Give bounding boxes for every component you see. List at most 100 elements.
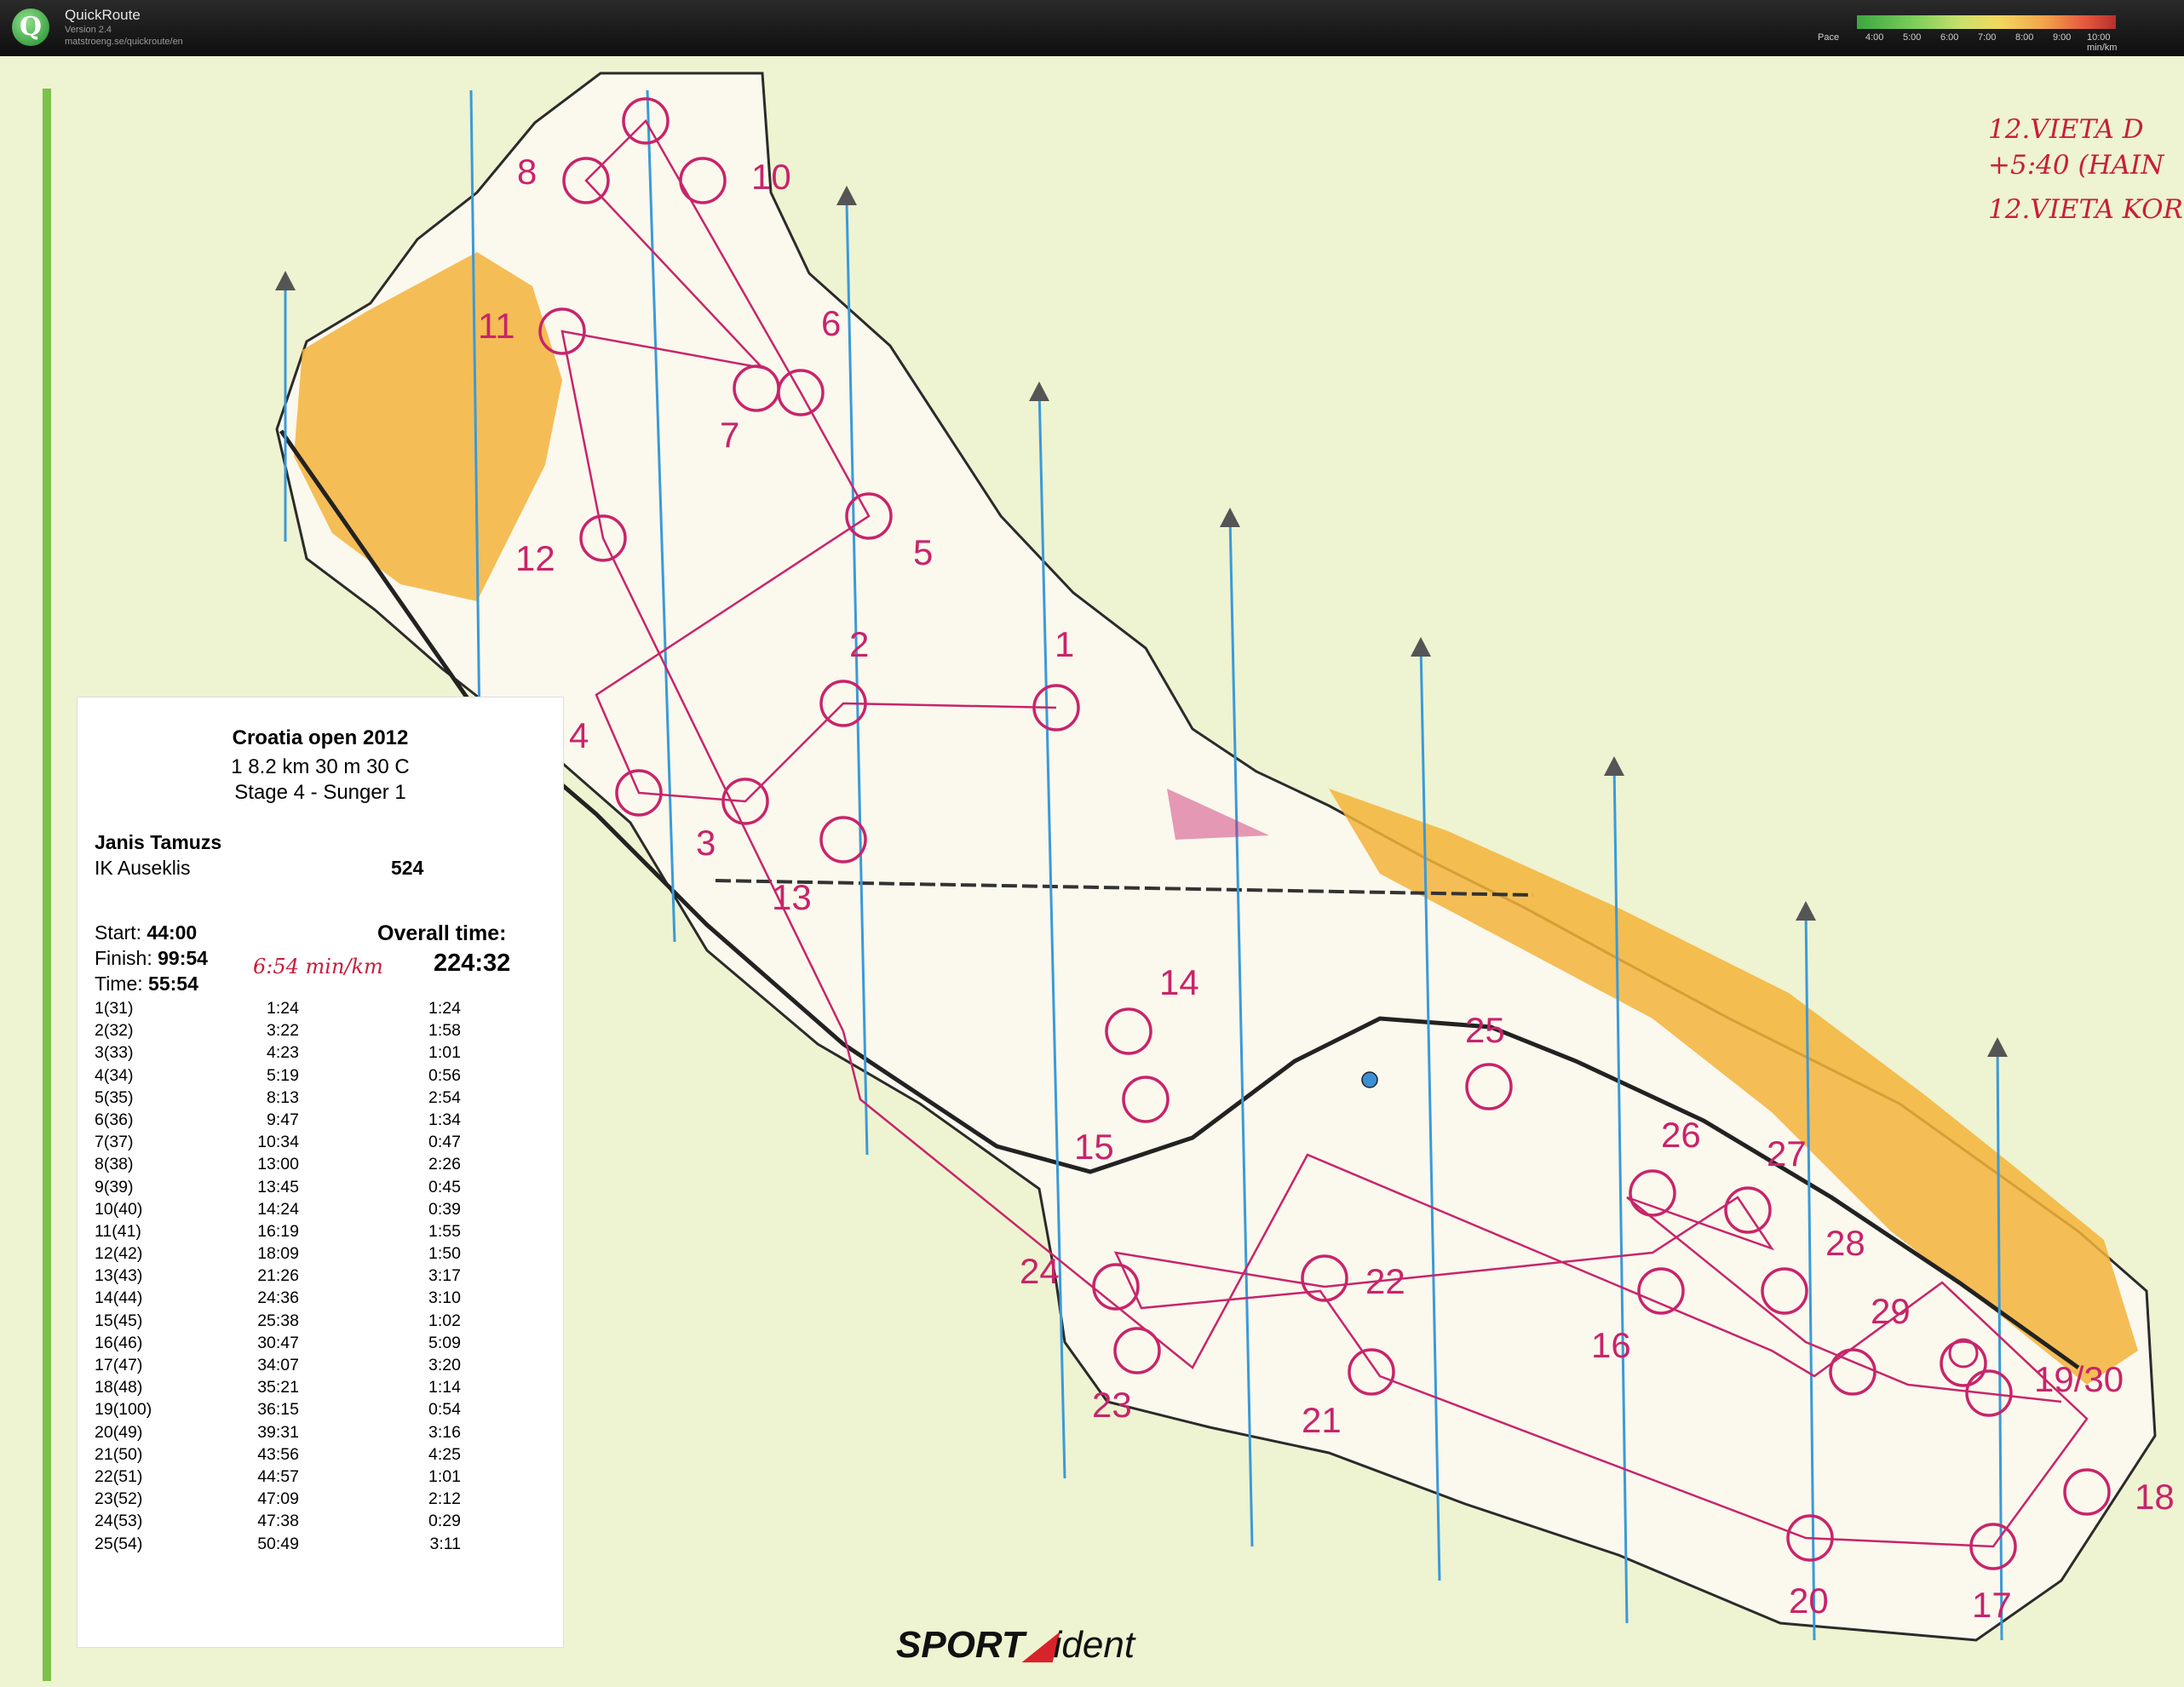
control-number: 15 bbox=[1074, 1127, 1114, 1167]
handwritten-note: +5:40 (HAIN bbox=[1988, 150, 2164, 181]
split-leg: 1:50 bbox=[428, 1244, 461, 1264]
split-row: 16(46) 30:47 5:09 bbox=[95, 1334, 555, 1356]
split-cumulative: 16:19 bbox=[257, 1221, 299, 1241]
split-row: 3(33) 4:23 1:01 bbox=[95, 1043, 555, 1065]
north-arrow bbox=[836, 186, 857, 205]
split-control: 7(37) bbox=[95, 1133, 134, 1152]
control-number: 27 bbox=[1767, 1133, 1807, 1173]
control-number: 18 bbox=[2135, 1477, 2175, 1517]
split-cumulative: 1:24 bbox=[267, 999, 299, 1018]
sportident-logo: SPORT◢ident bbox=[896, 1624, 1135, 1666]
split-row: 22(51) 44:57 1:01 bbox=[95, 1467, 555, 1489]
split-cumulative: 44:57 bbox=[257, 1466, 299, 1486]
control-number: 5 bbox=[913, 532, 934, 572]
app-version: Version 2.4 bbox=[65, 25, 112, 35]
split-control: 1(31) bbox=[95, 999, 134, 1018]
north-arrow bbox=[1987, 1037, 2008, 1057]
split-leg: 5:09 bbox=[428, 1333, 461, 1352]
app-title: QuickRoute bbox=[65, 7, 141, 23]
control-number: 13 bbox=[772, 877, 812, 917]
control-number: 4 bbox=[569, 715, 589, 755]
split-row: 15(45) 25:38 1:02 bbox=[95, 1311, 555, 1334]
control-number: 29 bbox=[1871, 1291, 1911, 1331]
control-number: 10 bbox=[751, 157, 791, 197]
time-row: Time: 55:54 bbox=[95, 973, 198, 995]
split-row: 8(38) 13:00 2:26 bbox=[95, 1155, 555, 1177]
split-control: 11(41) bbox=[95, 1221, 141, 1241]
split-leg: 3:10 bbox=[428, 1288, 461, 1308]
split-leg: 1:55 bbox=[428, 1221, 461, 1241]
pace-tick: 10:00 min/km bbox=[2087, 32, 2118, 53]
split-cumulative: 5:19 bbox=[267, 1065, 299, 1085]
split-cumulative: 47:09 bbox=[257, 1489, 299, 1509]
finish-row: Finish: 99:54 bbox=[95, 947, 208, 969]
split-row: 5(35) 8:13 2:54 bbox=[95, 1088, 555, 1110]
pace-tick: 5:00 bbox=[1903, 32, 1922, 43]
control-number: 12 bbox=[515, 538, 555, 578]
split-leg: 3:11 bbox=[429, 1534, 461, 1553]
pace-scale-ticks: 4:00 5:00 6:00 7:00 8:00 9:00 10:00 min/… bbox=[1857, 32, 2138, 53]
pace-tick: 8:00 bbox=[2015, 32, 2034, 43]
split-row: 25(54) 50:49 3:11 bbox=[95, 1535, 555, 1557]
app-url[interactable]: matstroeng.se/quickroute/en bbox=[65, 37, 183, 47]
control-number: 6 bbox=[821, 303, 842, 343]
split-cumulative: 4:23 bbox=[267, 1043, 299, 1063]
split-row: 19(100) 36:15 0:54 bbox=[95, 1400, 555, 1422]
split-row: 14(44) 24:36 3:10 bbox=[95, 1288, 555, 1311]
split-leg: 3:20 bbox=[428, 1356, 461, 1374]
split-control: 3(33) bbox=[95, 1043, 134, 1063]
split-row: 13(43) 21:26 3:17 bbox=[95, 1266, 555, 1288]
split-control: 18(48) bbox=[95, 1378, 143, 1397]
split-row: 11(41) 16:19 1:55 bbox=[95, 1222, 555, 1244]
split-leg: 2:54 bbox=[428, 1087, 461, 1107]
split-row: 17(47) 34:07 3:20 bbox=[95, 1356, 555, 1378]
control-number: 26 bbox=[1661, 1115, 1701, 1155]
control-number: 1 bbox=[1055, 624, 1075, 664]
split-row: 12(42) 18:09 1:50 bbox=[95, 1244, 555, 1266]
split-leg: 1:58 bbox=[428, 1021, 461, 1041]
control-number: 2 bbox=[849, 624, 870, 664]
split-control: 5(35) bbox=[95, 1087, 134, 1107]
split-leg: 1:14 bbox=[428, 1378, 461, 1397]
runner-club: IK Auseklis bbox=[95, 857, 191, 879]
split-cumulative: 35:21 bbox=[257, 1378, 299, 1397]
split-cumulative: 25:38 bbox=[257, 1311, 299, 1330]
split-leg: 0:29 bbox=[428, 1512, 461, 1531]
quickroute-logo: Q bbox=[12, 9, 49, 46]
split-control: 25(54) bbox=[95, 1534, 143, 1553]
title-bar: Q QuickRoute Version 2.4 matstroeng.se/q… bbox=[0, 0, 2184, 56]
split-row: 20(49) 39:31 3:16 bbox=[95, 1423, 555, 1445]
split-row: 9(39) 13:45 0:45 bbox=[95, 1178, 555, 1200]
control-number: 14 bbox=[1159, 962, 1199, 1002]
control-number: 22 bbox=[1365, 1261, 1405, 1301]
split-cumulative: 50:49 bbox=[257, 1534, 299, 1553]
north-arrow bbox=[1604, 756, 1624, 776]
split-cumulative: 21:26 bbox=[257, 1266, 299, 1286]
overall-time-label: Overall time: bbox=[377, 921, 507, 945]
start-row: Start: 44:00 bbox=[95, 921, 198, 944]
split-cumulative: 3:22 bbox=[267, 1021, 299, 1041]
pace-tick: 9:00 bbox=[2053, 32, 2072, 43]
split-cumulative: 47:38 bbox=[257, 1512, 299, 1531]
split-cumulative: 13:00 bbox=[257, 1155, 299, 1174]
split-row: 10(40) 14:24 0:39 bbox=[95, 1200, 555, 1222]
split-cumulative: 39:31 bbox=[257, 1422, 299, 1442]
control-number: 24 bbox=[1020, 1251, 1060, 1291]
split-control: 22(51) bbox=[95, 1466, 143, 1486]
split-control: 21(50) bbox=[95, 1444, 143, 1464]
split-control: 15(45) bbox=[95, 1311, 143, 1330]
pace-tick: 7:00 bbox=[1978, 32, 1997, 43]
split-cumulative: 13:45 bbox=[257, 1177, 299, 1196]
split-control: 6(36) bbox=[95, 1110, 134, 1129]
event-title: Croatia open 2012 bbox=[232, 726, 409, 749]
split-control: 4(34) bbox=[95, 1065, 134, 1085]
control-number: 25 bbox=[1465, 1010, 1505, 1050]
split-leg: 2:26 bbox=[428, 1155, 461, 1174]
split-cumulative: 18:09 bbox=[257, 1244, 299, 1264]
split-leg: 1:01 bbox=[428, 1466, 461, 1486]
split-leg: 1:01 bbox=[428, 1043, 461, 1063]
split-cumulative: 10:34 bbox=[257, 1133, 299, 1152]
split-cumulative: 8:13 bbox=[267, 1087, 299, 1107]
split-control: 8(38) bbox=[95, 1155, 134, 1174]
north-arrow bbox=[1220, 508, 1240, 527]
